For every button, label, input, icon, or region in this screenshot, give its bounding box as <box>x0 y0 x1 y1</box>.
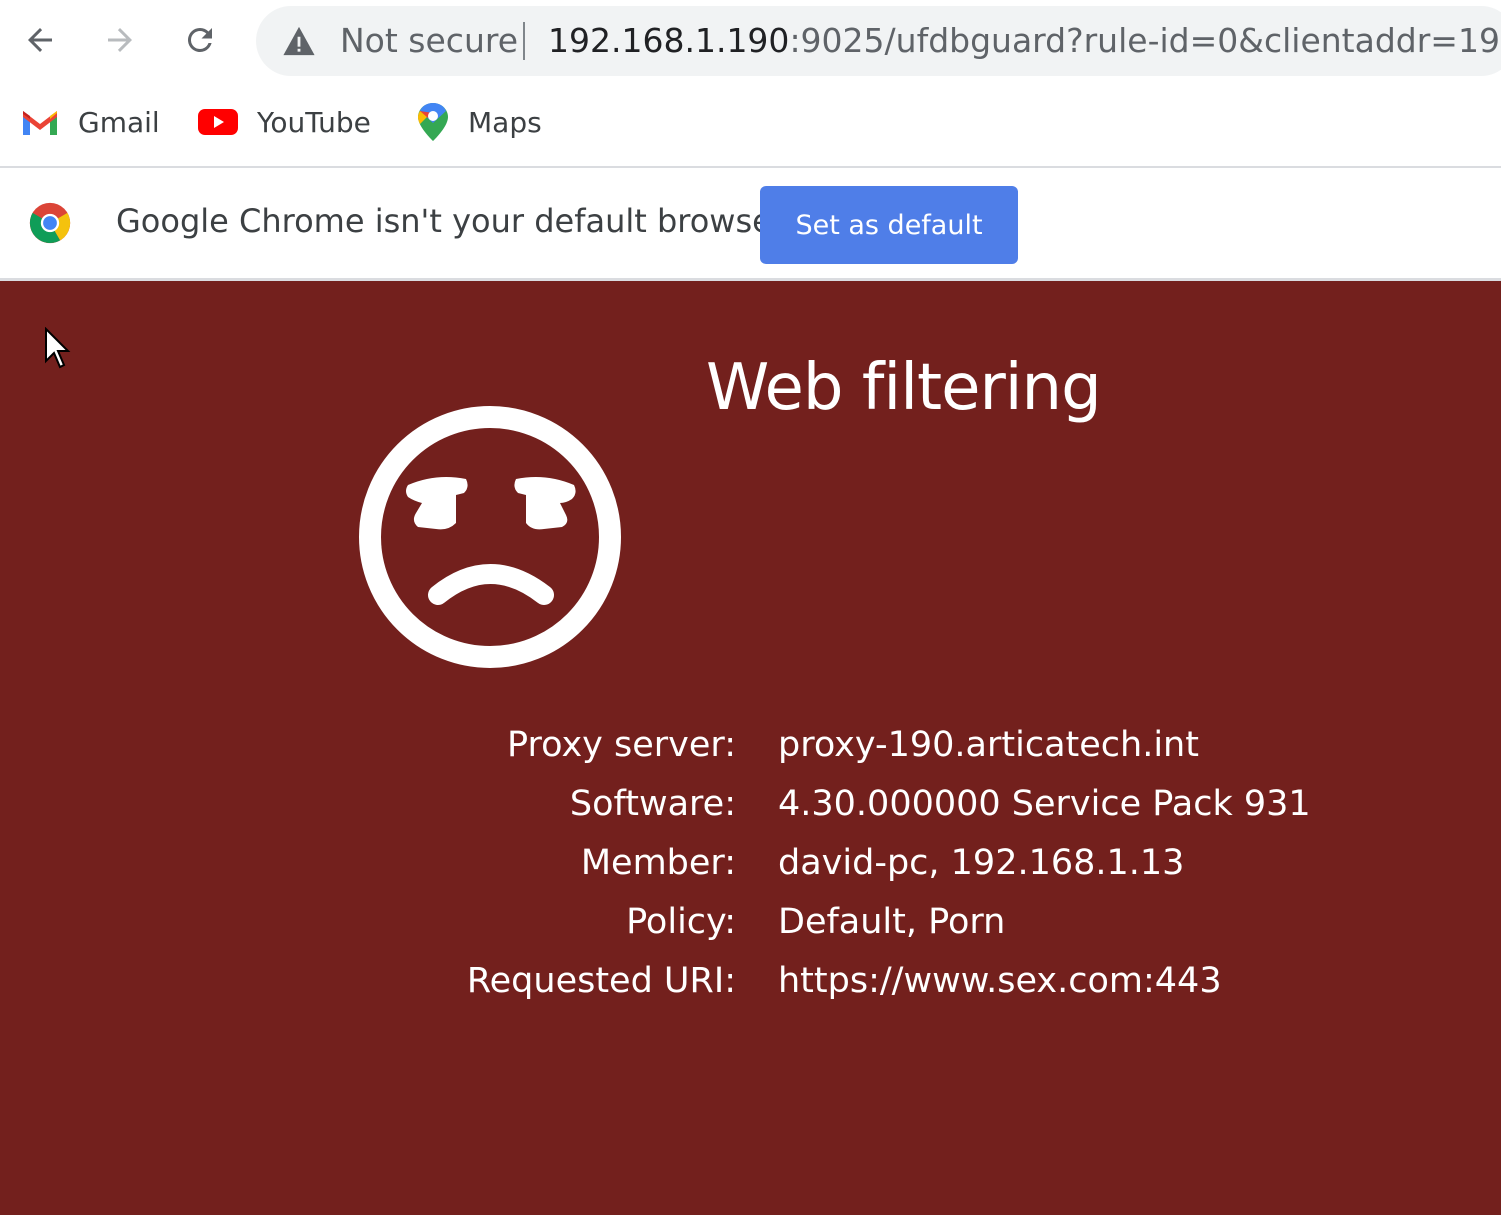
detail-label: Software: <box>569 784 736 824</box>
warning-icon[interactable] <box>282 25 316 57</box>
detail-row-policy: Policy: Default, Porn <box>0 900 1501 950</box>
security-status[interactable]: Not secure <box>340 20 518 62</box>
detail-row-software: Software: 4.30.000000 Service Pack 931 <box>0 782 1501 832</box>
bookmark-youtube[interactable]: YouTube <box>197 100 371 144</box>
detail-value: 4.30.000000 Service Pack 931 <box>778 784 1311 824</box>
bookmark-label: YouTube <box>257 105 371 139</box>
detail-label: Requested URI: <box>466 961 736 1001</box>
forward-button[interactable] <box>92 12 148 68</box>
forward-arrow-icon <box>108 28 132 52</box>
detail-value: https://www.sex.com:443 <box>778 961 1222 1001</box>
mouse-cursor-icon <box>45 327 71 369</box>
default-browser-infobar: Google Chrome isn't your default browser… <box>0 168 1501 281</box>
bookmark-label: Maps <box>468 105 542 139</box>
back-button[interactable] <box>12 12 68 68</box>
gmail-icon <box>23 111 57 135</box>
detail-row-requested-uri: Requested URI: https://www.sex.com:443 <box>0 959 1501 1009</box>
address-bar[interactable]: Not secure 192.168.1.190:9025/ufdbguard?… <box>256 6 1501 76</box>
infobar-message: Google Chrome isn't your default browser <box>116 202 785 240</box>
url-path: :9025/ufdbguard?rule-id=0&clientaddr=192… <box>789 21 1501 60</box>
bookmark-label: Gmail <box>78 105 160 139</box>
youtube-icon <box>198 109 238 135</box>
bookmark-maps[interactable]: Maps <box>416 100 542 144</box>
url-text[interactable]: 192.168.1.190:9025/ufdbguard?rule-id=0&c… <box>548 20 1501 62</box>
detail-row-proxy-server: Proxy server: proxy-190.articatech.int <box>0 723 1501 773</box>
address-separator <box>523 22 525 60</box>
sad-face-icon <box>359 406 621 668</box>
url-host: 192.168.1.190 <box>548 21 790 60</box>
reload-icon <box>187 27 212 52</box>
web-filter-page: Web filtering Proxy server: proxy-190.ar… <box>0 281 1501 1215</box>
maps-icon <box>418 103 448 141</box>
set-as-default-button[interactable]: Set as default <box>760 186 1018 264</box>
bookmark-gmail[interactable]: Gmail <box>20 100 160 144</box>
browser-toolbar: Not secure 192.168.1.190:9025/ufdbguard?… <box>0 0 1501 84</box>
chrome-logo-icon <box>29 202 71 244</box>
browser-window: Not secure 192.168.1.190:9025/ufdbguard?… <box>0 0 1501 1215</box>
detail-value: Default, Porn <box>778 902 1006 942</box>
page-title: Web filtering <box>706 351 1102 425</box>
bookmarks-bar: Gmail YouTube Maps <box>0 84 1501 168</box>
detail-label: Proxy server: <box>507 725 736 765</box>
detail-row-member: Member: david-pc, 192.168.1.13 <box>0 841 1501 891</box>
reload-button[interactable] <box>172 12 228 68</box>
back-arrow-icon <box>28 28 52 52</box>
detail-label: Member: <box>580 843 736 883</box>
detail-value: david-pc, 192.168.1.13 <box>778 843 1185 883</box>
detail-value: proxy-190.articatech.int <box>778 725 1199 765</box>
detail-label: Policy: <box>626 902 736 942</box>
